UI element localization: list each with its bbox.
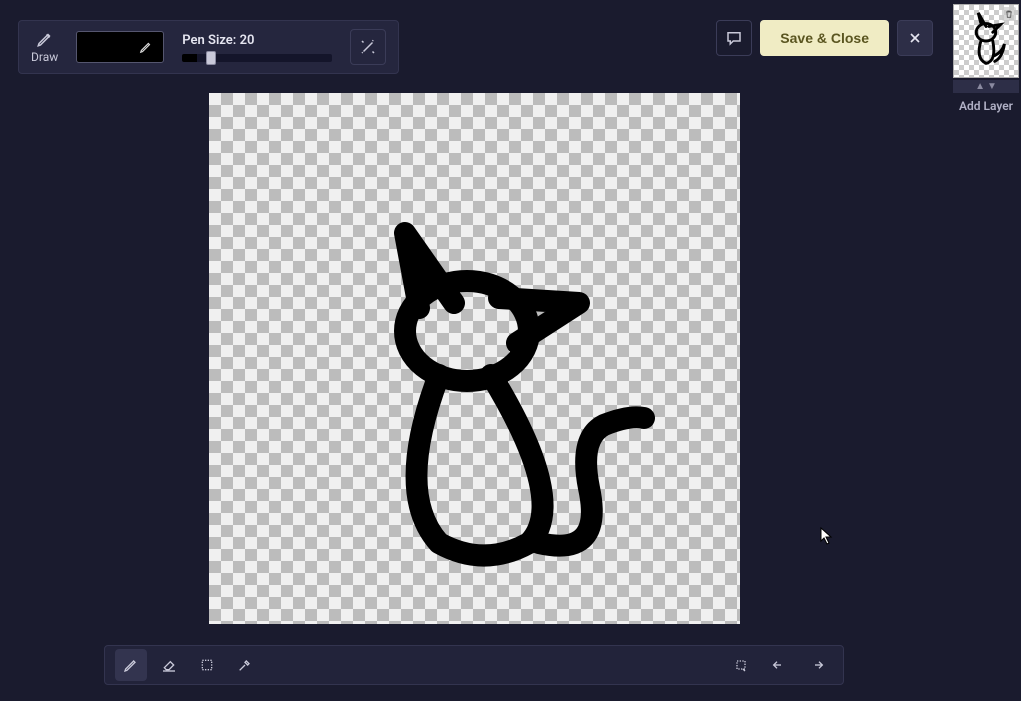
redo-icon: [809, 657, 825, 673]
layer-thumbnail[interactable]: [953, 4, 1019, 78]
pencil-icon: [139, 40, 153, 54]
undo-button[interactable]: [763, 649, 795, 681]
pen-size-label: Pen Size: 20: [182, 33, 332, 48]
add-layer-button[interactable]: Add Layer: [959, 99, 1013, 113]
layer-down-button[interactable]: ▼: [987, 81, 997, 92]
layer-reorder: ▲ ▼: [953, 80, 1019, 93]
top-toolbar: Draw Pen Size: 20: [18, 20, 399, 74]
select-icon: [199, 657, 215, 673]
select-tool-button[interactable]: [191, 649, 223, 681]
wand-icon: [359, 38, 377, 56]
bottom-toolbar: [104, 645, 844, 685]
mouse-cursor: [820, 527, 834, 545]
magic-wand-button[interactable]: [350, 29, 386, 65]
drawing-content: [209, 93, 740, 624]
comment-button[interactable]: [716, 20, 752, 56]
close-icon: [907, 30, 923, 46]
color-picker[interactable]: [76, 31, 164, 63]
canvas[interactable]: [209, 93, 740, 624]
crop-button[interactable]: [725, 649, 757, 681]
redo-button[interactable]: [801, 649, 833, 681]
top-right-controls: Save & Close: [716, 20, 933, 56]
eraser-icon: [161, 657, 177, 673]
layer-delete-button[interactable]: [1002, 7, 1016, 21]
pencil-tool-button[interactable]: [115, 649, 147, 681]
trash-icon: [1004, 9, 1014, 19]
pen-size-slider-thumb[interactable]: [206, 51, 216, 65]
undo-icon: [771, 657, 787, 673]
eyedropper-tool-button[interactable]: [229, 649, 261, 681]
close-button[interactable]: [897, 20, 933, 56]
comment-icon: [725, 29, 743, 47]
draw-label: Draw: [31, 50, 58, 64]
crop-icon: [733, 657, 749, 673]
eyedropper-icon: [237, 657, 253, 673]
pencil-icon: [36, 30, 54, 48]
layer-up-button[interactable]: ▲: [975, 81, 985, 92]
pen-size-control: Pen Size: 20: [182, 33, 332, 62]
save-close-button[interactable]: Save & Close: [760, 20, 889, 56]
layers-panel: ▲ ▼ Add Layer: [951, 4, 1021, 113]
pencil-icon: [123, 657, 139, 673]
pen-size-slider[interactable]: [182, 54, 332, 62]
eraser-tool-button[interactable]: [153, 649, 185, 681]
draw-tool[interactable]: Draw: [31, 30, 58, 64]
